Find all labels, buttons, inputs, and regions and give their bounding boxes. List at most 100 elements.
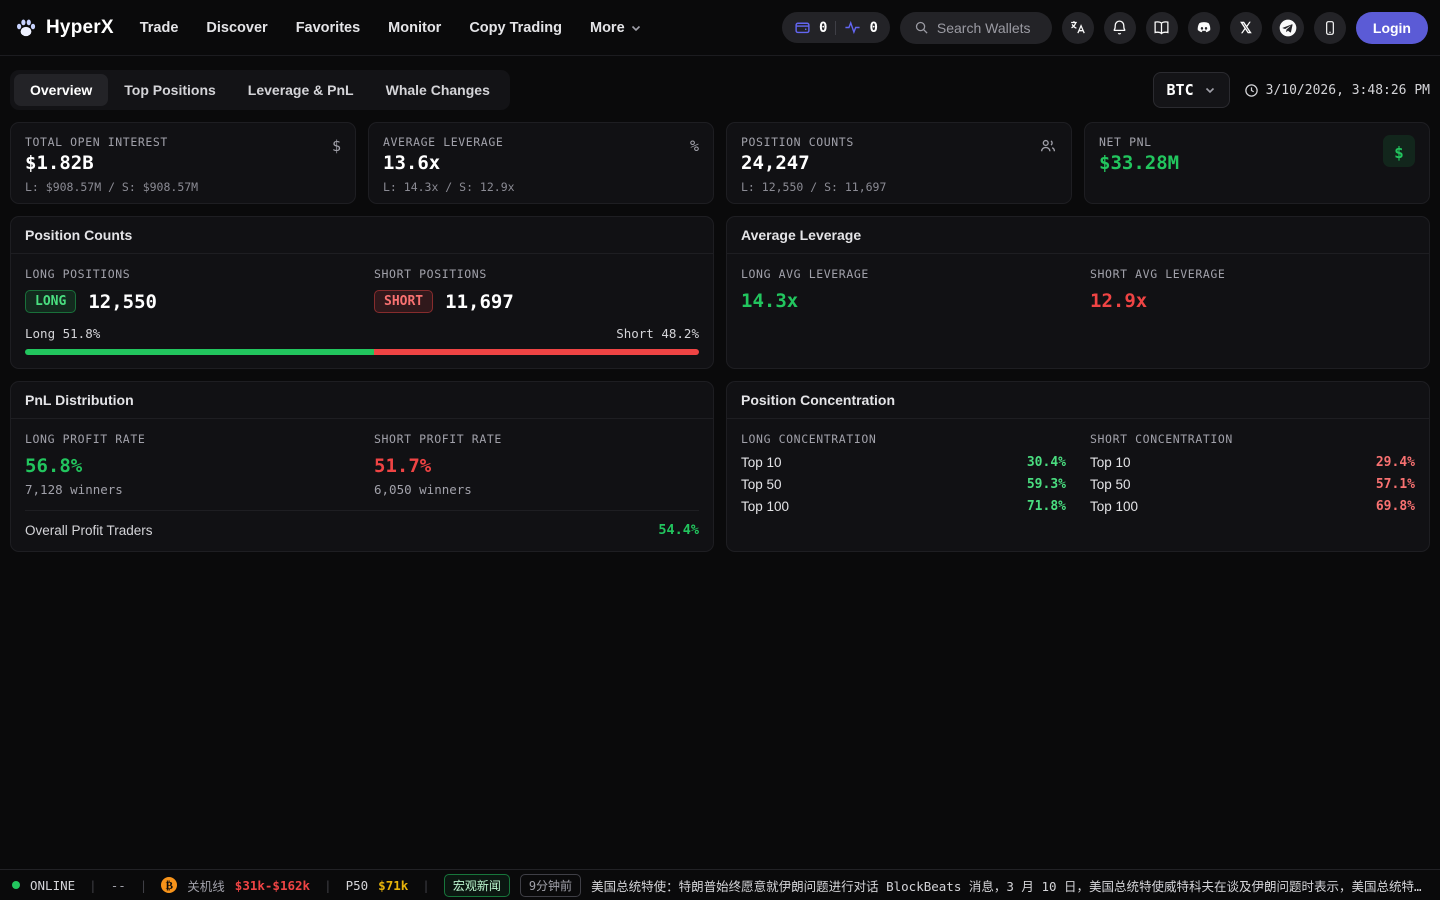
- x-twitter-button[interactable]: 𝕏: [1230, 12, 1262, 44]
- stat-card-average-leverage: AVERAGE LEVERAGE 13.6x L: 14.3x / S: 12.…: [368, 122, 714, 204]
- mobile-phone-icon: [1322, 20, 1338, 36]
- concentration-row: Top 50 59.3%: [741, 477, 1066, 492]
- p50-value: $71k: [378, 878, 408, 893]
- news-ticker[interactable]: 美国总统特使：特朗普始终愿意就伊朗问题进行对话 BlockBeats 消息，3 …: [591, 876, 1428, 895]
- stat-card-open-interest: TOTAL OPEN INTEREST $1.82B L: $908.57M /…: [10, 122, 356, 204]
- bell-icon: [1111, 19, 1128, 36]
- short-winners: 6,050 winners: [374, 482, 699, 497]
- long-short-ratio-bar: [25, 349, 699, 355]
- panel-title: Position Concentration: [727, 382, 1429, 419]
- language-button[interactable]: [1062, 12, 1094, 44]
- timestamp: 3/10/2026, 3:48:26 PM: [1244, 83, 1430, 98]
- tab-whale-changes[interactable]: Whale Changes: [370, 74, 506, 106]
- timestamp-text: 3/10/2026, 3:48:26 PM: [1266, 83, 1430, 98]
- overall-profit-traders-label: Overall Profit Traders: [25, 523, 153, 538]
- concentration-row: Top 10 29.4%: [1090, 455, 1415, 470]
- discord-icon: [1195, 19, 1213, 37]
- panel-title: Position Counts: [11, 217, 713, 254]
- long-positions-value: 12,550: [88, 291, 157, 313]
- nav-item-monitor[interactable]: Monitor: [388, 20, 441, 36]
- row-label: Top 100: [1090, 499, 1138, 514]
- shutdown-line-range: $31k-$162k: [235, 878, 310, 893]
- short-positions-label: SHORT POSITIONS: [374, 267, 699, 281]
- online-status-text: ONLINE: [30, 878, 75, 893]
- nav-item-trade[interactable]: Trade: [140, 20, 179, 36]
- long-avg-leverage-label: LONG AVG LEVERAGE: [741, 267, 1066, 281]
- long-profit-rate-label: LONG PROFIT RATE: [25, 432, 350, 446]
- row-label: Top 100: [741, 499, 789, 514]
- overall-profit-traders-value: 54.4%: [658, 522, 699, 538]
- p50-label: P50: [346, 878, 369, 893]
- top-nav: HyperX Trade Discover Favorites Monitor …: [0, 0, 1440, 56]
- notifications-button[interactable]: [1104, 12, 1136, 44]
- x-twitter-icon: 𝕏: [1240, 19, 1252, 37]
- macro-news-badge[interactable]: 宏观新闻: [444, 874, 510, 897]
- concentration-row: Top 50 57.1%: [1090, 477, 1415, 492]
- bitcoin-icon: ₿: [161, 877, 177, 893]
- stat-sub: L: 12,550 / S: 11,697: [741, 180, 886, 194]
- long-concentration-label: LONG CONCENTRATION: [741, 432, 1066, 446]
- row-value: 30.4%: [1027, 455, 1066, 470]
- docs-button[interactable]: [1146, 12, 1178, 44]
- telegram-button[interactable]: [1272, 12, 1304, 44]
- pill-divider: [835, 21, 836, 35]
- short-avg-leverage-label: SHORT AVG LEVERAGE: [1090, 267, 1415, 281]
- search-wallets-input[interactable]: Search Wallets: [900, 12, 1052, 44]
- stat-value: $33.28M: [1099, 152, 1179, 174]
- users-icon: [1039, 135, 1057, 191]
- status-bar: ONLINE | -- | ₿ 关机线 $31k-$162k | P50 $71…: [0, 869, 1440, 900]
- discord-button[interactable]: [1188, 12, 1220, 44]
- tab-leverage-pnl[interactable]: Leverage & PnL: [232, 74, 370, 106]
- short-concentration-label: SHORT CONCENTRATION: [1090, 432, 1415, 446]
- chevron-down-icon: [630, 22, 642, 34]
- row-value: 29.4%: [1376, 455, 1415, 470]
- toolbar: Overview Top Positions Leverage & PnL Wh…: [0, 56, 1440, 120]
- short-pct-label: Short 48.2%: [616, 326, 699, 341]
- nav-item-more[interactable]: More: [590, 20, 642, 36]
- nav-item-copy-trading[interactable]: Copy Trading: [469, 20, 562, 36]
- row-label: Top 50: [741, 477, 782, 492]
- search-placeholder: Search Wallets: [937, 20, 1031, 36]
- position-counts-panel: Position Counts LONG POSITIONS LONG 12,5…: [10, 216, 714, 369]
- short-positions-value: 11,697: [445, 291, 514, 313]
- chevron-down-icon: [1204, 84, 1216, 96]
- wallet-count: 0: [819, 20, 827, 36]
- long-pct-label: Long 51.8%: [25, 326, 100, 341]
- short-avg-leverage-value: 12.9x: [1090, 290, 1415, 312]
- online-status-icon: [12, 881, 20, 889]
- translate-icon: [1069, 19, 1086, 36]
- separator: |: [418, 878, 434, 893]
- long-profit-rate-value: 56.8%: [25, 455, 350, 477]
- news-time-badge: 9分钟前: [520, 874, 581, 897]
- brand[interactable]: HyperX: [14, 16, 114, 40]
- main-content: TOTAL OPEN INTEREST $1.82B L: $908.57M /…: [0, 120, 1440, 552]
- average-leverage-panel: Average Leverage LONG AVG LEVERAGE 14.3x…: [726, 216, 1430, 369]
- short-profit-rate-label: SHORT PROFIT RATE: [374, 432, 699, 446]
- tab-overview[interactable]: Overview: [14, 74, 108, 106]
- concentration-row: Top 100 71.8%: [741, 499, 1066, 514]
- tab-top-positions[interactable]: Top Positions: [108, 74, 232, 106]
- long-winners: 7,128 winners: [25, 482, 350, 497]
- row-value: 69.8%: [1376, 499, 1415, 514]
- row-label: Top 50: [1090, 477, 1131, 492]
- stat-label: TOTAL OPEN INTEREST: [25, 135, 198, 149]
- nav-item-discover[interactable]: Discover: [206, 20, 267, 36]
- stat-sub: L: 14.3x / S: 12.9x: [383, 180, 515, 194]
- mobile-app-button[interactable]: [1314, 12, 1346, 44]
- row-value: 57.1%: [1376, 477, 1415, 492]
- paw-logo-icon: [14, 16, 38, 40]
- separator: |: [320, 878, 336, 893]
- clock-icon: [1244, 83, 1259, 98]
- position-concentration-panel: Position Concentration LONG CONCENTRATIO…: [726, 381, 1430, 552]
- login-button[interactable]: Login: [1356, 12, 1428, 44]
- stat-value: 24,247: [741, 152, 886, 174]
- concentration-row: Top 100 69.8%: [1090, 499, 1415, 514]
- short-badge: SHORT: [374, 290, 433, 313]
- coin-selector[interactable]: BTC: [1153, 72, 1230, 108]
- nav-item-favorites[interactable]: Favorites: [296, 20, 360, 36]
- separator: |: [85, 878, 101, 893]
- concentration-row: Top 10 30.4%: [741, 455, 1066, 470]
- counters-pill[interactable]: 0 0: [782, 12, 890, 43]
- latency-placeholder: --: [111, 878, 126, 893]
- stat-label: POSITION COUNTS: [741, 135, 886, 149]
